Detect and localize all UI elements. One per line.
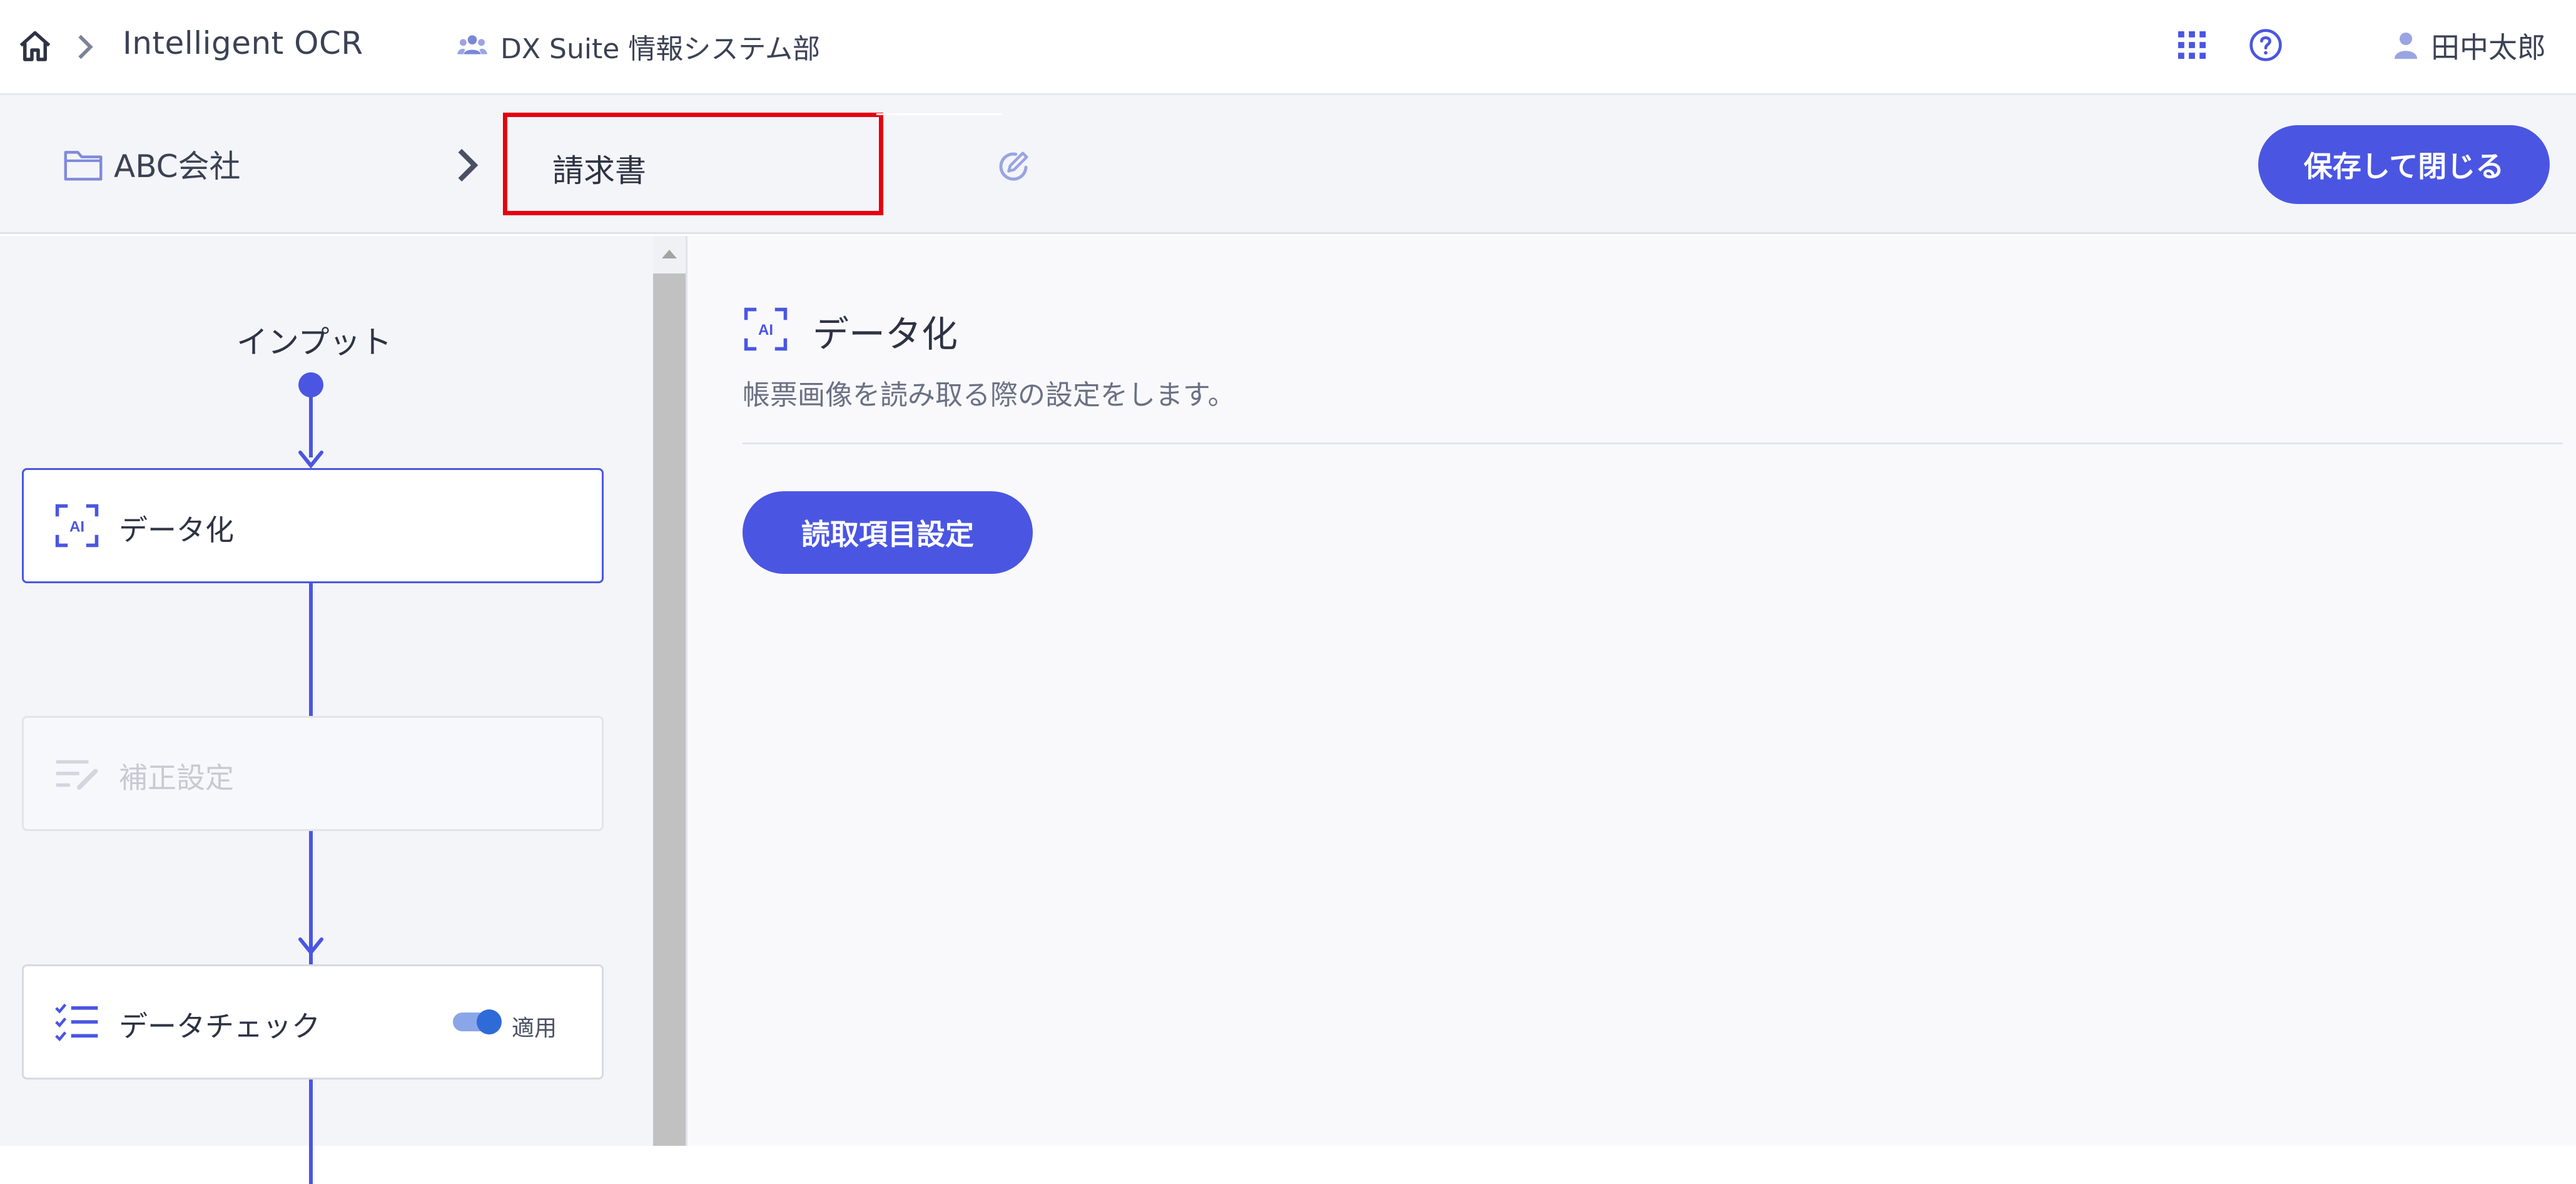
user-icon[interactable] xyxy=(2393,31,2418,59)
apply-toggle[interactable] xyxy=(453,1009,502,1034)
chevron-right-icon xyxy=(78,34,93,59)
left-panel-scrollbar[interactable] xyxy=(653,236,686,1146)
section-description: 帳票画像を読み取る際の設定をします。 xyxy=(743,379,1235,411)
svg-text:AI: AI xyxy=(758,322,773,339)
save-and-close-button[interactable]: 保存して閉じる xyxy=(2258,125,2550,204)
folder-icon xyxy=(64,151,103,181)
field-underline xyxy=(876,113,1001,115)
node-label: データ化 xyxy=(119,513,234,547)
workflow-panel: インプット AI データ化 補正設定 データチェック 適用 xyxy=(0,236,653,1184)
sub-header: ABC会社 請求書 保存して閉じる xyxy=(0,95,2576,234)
document-name: 請求書 xyxy=(552,153,646,189)
flow-connector xyxy=(309,583,313,1184)
apps-grid-icon[interactable] xyxy=(2178,31,2206,59)
user-name[interactable]: 田中太郎 xyxy=(2431,25,2546,66)
toggle-label: 適用 xyxy=(512,1016,557,1041)
flow-node-data-conversion[interactable]: AI データ化 xyxy=(22,468,604,583)
node-label: 補正設定 xyxy=(119,761,234,795)
scroll-thumb[interactable] xyxy=(653,273,686,1146)
help-icon[interactable] xyxy=(2248,28,2283,63)
checklist-icon xyxy=(55,1003,98,1042)
section-title: データ化 xyxy=(813,313,958,355)
workflow-diagram: インプット AI データ化 補正設定 データチェック 適用 xyxy=(0,236,653,1184)
ai-scan-icon: AI xyxy=(744,307,788,351)
document-name-field[interactable]: 請求書 xyxy=(503,113,1001,215)
arrow-down-icon xyxy=(298,937,323,955)
ai-scan-icon: AI xyxy=(55,504,99,548)
app-title[interactable]: Intelligent OCR xyxy=(123,25,363,61)
node-label: データチェック xyxy=(119,1009,320,1043)
input-label: インプット xyxy=(236,324,392,360)
top-bar: Intelligent OCR DX Suite 情報システム部 田中太郎 xyxy=(0,0,2576,95)
flow-node-correction-settings[interactable]: 補正設定 xyxy=(22,716,604,831)
chevron-right-icon xyxy=(458,148,479,182)
detail-panel: AI データ化 帳票画像を読み取る際の設定をします。 読取項目設定 xyxy=(687,236,2576,1146)
edit-icon[interactable] xyxy=(995,148,1032,185)
divider xyxy=(743,442,2563,444)
toggle-knob xyxy=(477,1009,502,1034)
scroll-up-arrow-icon[interactable] xyxy=(661,247,678,260)
reading-item-settings-button[interactable]: 読取項目設定 xyxy=(743,491,1033,574)
flow-node-data-check[interactable]: データチェック 適用 xyxy=(22,964,604,1079)
svg-text:AI: AI xyxy=(69,518,84,535)
users-icon xyxy=(457,35,487,54)
flow-connector xyxy=(309,390,313,457)
edit-lines-icon xyxy=(56,760,98,790)
arrow-down-icon xyxy=(298,451,323,468)
folder-breadcrumb[interactable]: ABC会社 xyxy=(114,141,241,186)
organization-name[interactable]: DX Suite 情報システム部 xyxy=(500,26,820,66)
home-icon[interactable] xyxy=(16,28,54,66)
